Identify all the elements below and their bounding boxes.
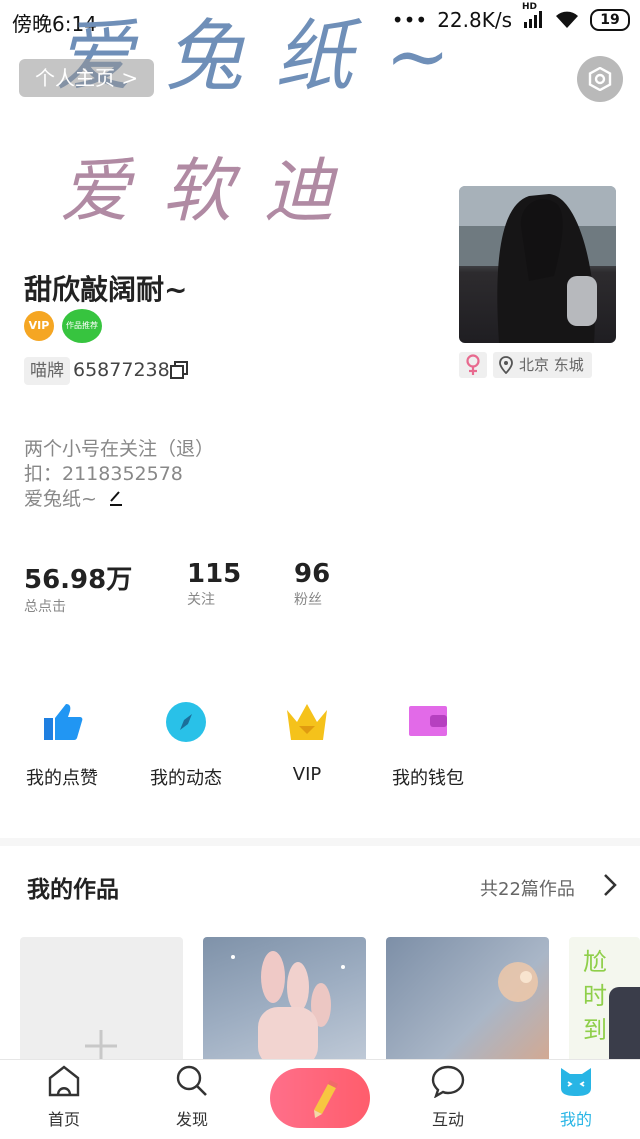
bio-line-1: 两个小号在关注（退） xyxy=(24,438,215,460)
battery-icon: 19 xyxy=(590,9,630,31)
works-count[interactable]: 共22篇作品 xyxy=(480,875,575,901)
settings-button[interactable] xyxy=(577,56,623,102)
female-icon xyxy=(466,354,480,375)
stat-label: 总点击 xyxy=(24,599,66,615)
stat-clicks[interactable]: 56.98万 总点击 xyxy=(24,559,132,616)
home-icon xyxy=(48,1065,80,1097)
edit-icon[interactable] xyxy=(107,489,125,507)
my-wallet-label: 我的钱包 xyxy=(392,768,464,789)
pencil-icon xyxy=(314,1080,338,1118)
my-wallet-button[interactable]: 我的钱包 xyxy=(373,700,483,790)
work-thumbnail[interactable] xyxy=(386,937,549,1067)
vip-button[interactable]: VIP xyxy=(252,700,362,785)
hexagon-settings-icon xyxy=(588,67,612,91)
search-icon xyxy=(176,1065,207,1096)
wifi-icon xyxy=(556,11,578,28)
chat-icon xyxy=(431,1065,465,1099)
my-likes-button[interactable]: 我的点赞 xyxy=(7,700,117,790)
compass-icon xyxy=(166,702,206,742)
vip-label: VIP xyxy=(292,764,322,785)
nav-me-label: 我的 xyxy=(559,1110,592,1129)
nav-me[interactable]: 我的 xyxy=(536,1064,616,1130)
bio-line-2: 扣：2118352578 xyxy=(24,463,183,485)
copy-icon[interactable] xyxy=(169,360,189,380)
signal-tag: HD xyxy=(522,1,538,12)
crown-icon xyxy=(287,704,327,740)
bio-line-3: 爱兔纸~ xyxy=(24,484,125,511)
gender-badge xyxy=(459,352,487,378)
bio-line-3-text: 爱兔纸~ xyxy=(24,488,97,510)
plus-icon xyxy=(85,1030,117,1062)
thumbnail-text: 尬时到 xyxy=(583,948,607,1044)
my-feed-button[interactable]: 我的动态 xyxy=(131,700,241,790)
cat-face-icon xyxy=(561,1068,591,1096)
personal-homepage-button[interactable]: 个人主页 > xyxy=(19,59,155,97)
add-work-card[interactable] xyxy=(20,937,183,1067)
stat-following[interactable]: 115 关注 xyxy=(187,559,241,609)
user-id: 65877238 xyxy=(73,359,170,381)
thumbs-up-icon xyxy=(44,704,83,740)
my-likes-label: 我的点赞 xyxy=(26,768,98,789)
stat-followers[interactable]: 96 粉丝 xyxy=(294,559,330,609)
nav-home[interactable]: 首页 xyxy=(24,1064,104,1130)
signal-icon: HD xyxy=(522,2,544,31)
header-handwriting-line2: 爱软迪 xyxy=(60,150,366,232)
avatar-photo[interactable] xyxy=(459,186,616,343)
location-pin-icon xyxy=(499,356,513,374)
work-thumbnail[interactable] xyxy=(203,937,366,1067)
nav-discover[interactable]: 发现 xyxy=(152,1064,232,1130)
stat-value: 115 xyxy=(187,559,242,589)
works-title: 我的作品 xyxy=(27,877,119,903)
nav-interaction[interactable]: 互动 xyxy=(408,1064,488,1130)
stat-value: 56.98万 xyxy=(24,565,133,595)
work-thumbnail[interactable]: 尬时到 xyxy=(569,937,640,1067)
recommend-badge[interactable]: 作品推荐 xyxy=(62,309,102,343)
location-text: 北京 东城 xyxy=(519,356,584,374)
section-divider xyxy=(0,838,640,846)
create-post-button[interactable] xyxy=(270,1068,370,1128)
nav-discover-label: 发现 xyxy=(175,1110,208,1129)
wallet-icon xyxy=(409,706,447,736)
nav-interaction-label: 互动 xyxy=(431,1110,464,1129)
stat-value: 96 xyxy=(294,559,331,589)
chevron-right-icon[interactable] xyxy=(600,872,620,898)
my-feed-label: 我的动态 xyxy=(150,768,222,789)
location-badge: 北京 东城 xyxy=(493,352,592,378)
stat-label: 粉丝 xyxy=(294,592,322,608)
stat-label: 关注 xyxy=(187,592,215,608)
id-label: 喵牌 xyxy=(24,357,70,385)
user-name: 甜欣敲阔耐~ xyxy=(24,273,188,306)
nav-home-label: 首页 xyxy=(47,1110,80,1129)
vip-badge[interactable]: VIP xyxy=(24,311,54,341)
